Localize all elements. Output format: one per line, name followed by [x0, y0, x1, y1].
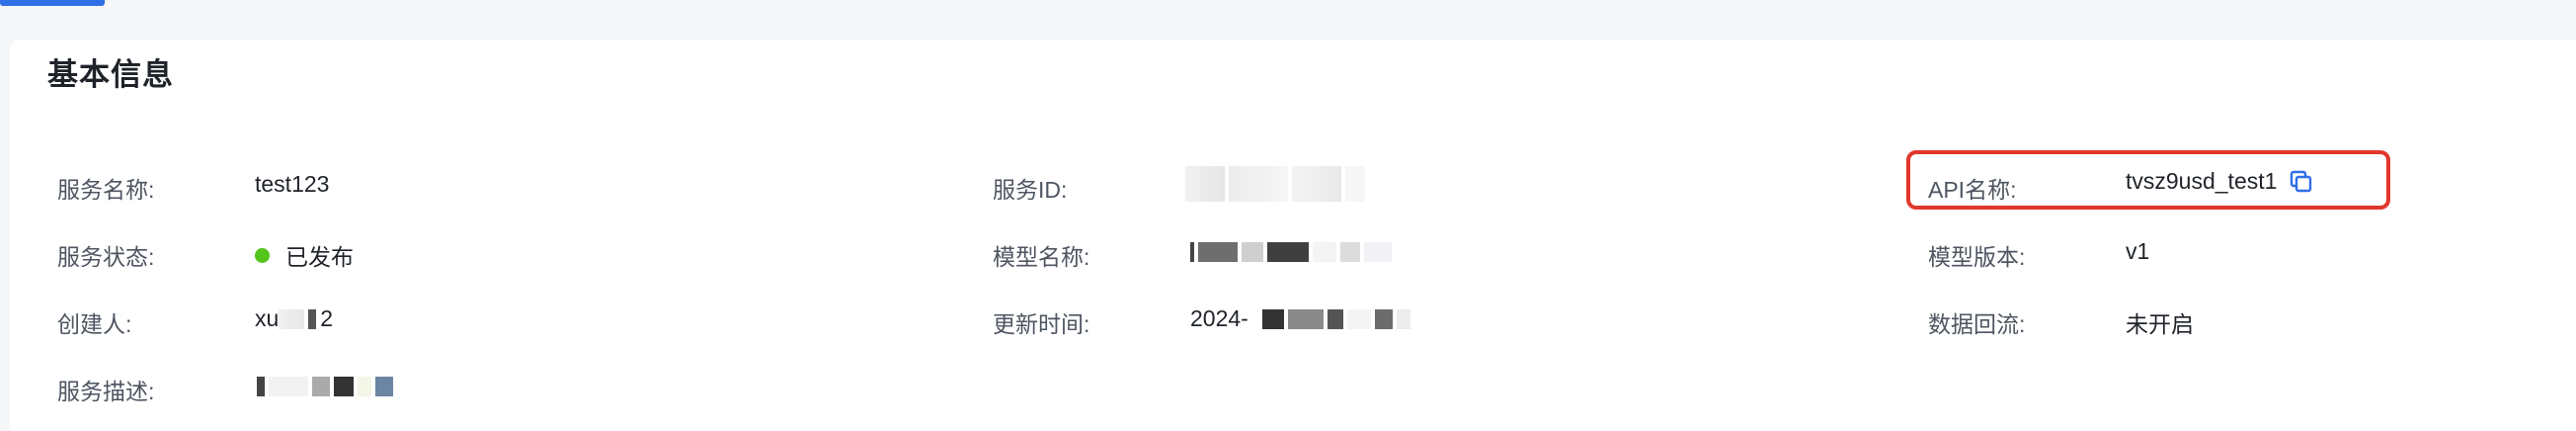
creator-prefix: xu [255, 305, 280, 331]
redacted-block [1185, 166, 1225, 202]
service-status-text: 已发布 [285, 244, 354, 270]
api-name-value: tvsz9usd_test1 [2126, 168, 2314, 195]
service-desc-value [257, 377, 397, 396]
update-time-prefix: 2024- [1190, 305, 1248, 331]
creator-label: 创建人: [57, 311, 132, 337]
model-version-value: v1 [2126, 238, 2150, 264]
redacted-block [1229, 166, 1288, 202]
update-time-label: 更新时间: [993, 311, 1090, 337]
data-backflow-value: 未开启 [2126, 311, 2194, 337]
redacted-block [1190, 242, 1194, 262]
redacted-block [1198, 242, 1238, 262]
status-dot [255, 247, 270, 263]
redacted-block [1364, 242, 1392, 262]
redacted-block [1287, 308, 1324, 329]
service-status-label: 服务状态: [57, 244, 155, 270]
redacted-block [358, 377, 371, 396]
service-status-value: 已发布 [255, 238, 354, 272]
redacted-block [1292, 166, 1341, 202]
redacted-block [279, 308, 305, 329]
redacted-block [375, 377, 393, 396]
model-name-value [1190, 242, 1396, 262]
service-desc-label: 服务描述: [57, 379, 155, 404]
redacted-block [1267, 242, 1309, 262]
service-name-label: 服务名称: [57, 177, 155, 203]
redacted-block [312, 377, 330, 396]
redacted-block [257, 377, 265, 396]
service-id-value [1185, 166, 1369, 202]
redacted-block [1346, 308, 1371, 329]
data-backflow-label: 数据回流: [1928, 311, 2026, 337]
active-tab-indicator [0, 0, 105, 6]
model-version-label: 模型版本: [1928, 244, 2026, 270]
section-title: 基本信息 [47, 57, 174, 92]
creator-value: xu 2 [255, 305, 333, 332]
api-name-text: tvsz9usd_test1 [2126, 168, 2278, 194]
basic-info-card [10, 40, 2576, 431]
copy-icon[interactable] [2289, 169, 2314, 195]
update-time-value: 2024- [1190, 305, 1414, 332]
redacted-block [1396, 308, 1410, 329]
redacted-block [1345, 166, 1365, 202]
creator-suffix: 2 [320, 305, 334, 331]
service-id-label: 服务ID: [993, 177, 1068, 203]
redacted-block [334, 377, 354, 396]
redacted-block [1261, 308, 1284, 329]
redacted-block [1313, 242, 1336, 262]
api-name-label: API名称: [1928, 177, 2017, 203]
model-name-label: 模型名称: [993, 244, 1090, 270]
redacted-block [1340, 242, 1360, 262]
redacted-block [1242, 242, 1263, 262]
service-name-value: test123 [255, 171, 330, 197]
redacted-block [1327, 308, 1343, 329]
redacted-block [1374, 308, 1393, 329]
redacted-block [308, 308, 317, 329]
redacted-block [269, 377, 308, 396]
